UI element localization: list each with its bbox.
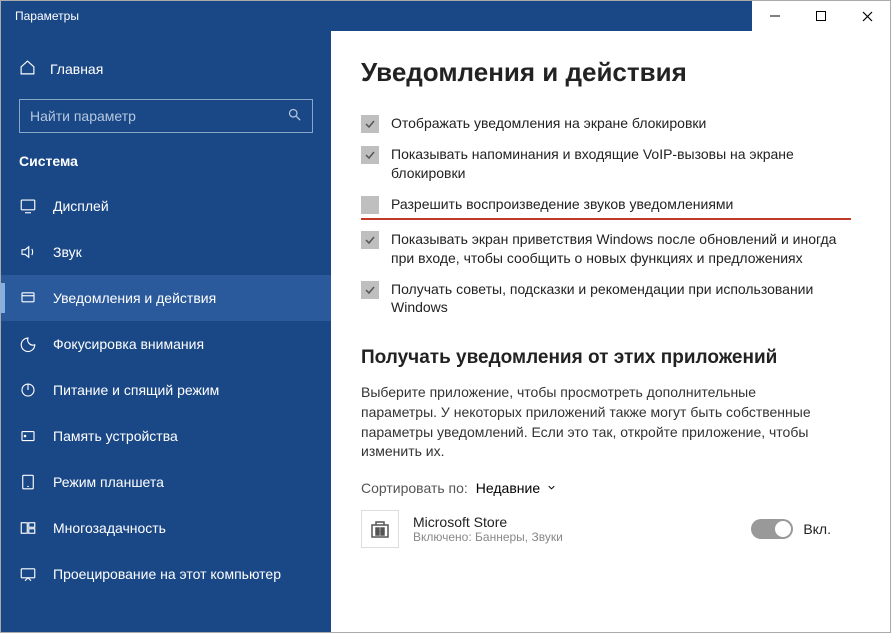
sort-label: Сортировать по: bbox=[361, 480, 468, 496]
check-voip-reminders[interactable]: Показывать напоминания и входящие VoIP-в… bbox=[361, 145, 841, 183]
sound-icon bbox=[19, 243, 37, 261]
check-label: Получать советы, подсказки и рекомендаци… bbox=[391, 280, 841, 318]
storage-icon bbox=[19, 427, 37, 445]
apps-section-title: Получать уведомления от этих приложений bbox=[361, 347, 860, 369]
minimize-button[interactable] bbox=[752, 1, 798, 31]
chevron-down-icon bbox=[546, 480, 557, 496]
maximize-button[interactable] bbox=[798, 1, 844, 31]
settings-window: Параметры Главная Най bbox=[0, 0, 891, 633]
multitask-icon bbox=[19, 519, 37, 537]
page-title: Уведомления и действия bbox=[361, 57, 860, 88]
sidebar-item-storage[interactable]: Память устройства bbox=[1, 413, 331, 459]
sidebar-home[interactable]: Главная bbox=[1, 51, 331, 87]
sidebar-item-power[interactable]: Питание и спящий режим bbox=[1, 367, 331, 413]
close-button[interactable] bbox=[844, 1, 890, 31]
check-label: Показывать экран приветствия Windows пос… bbox=[391, 230, 841, 268]
main-content: Уведомления и действия Отображать уведом… bbox=[331, 31, 890, 632]
sidebar-item-label: Звук bbox=[53, 244, 82, 260]
sidebar-item-tablet[interactable]: Режим планшета bbox=[1, 459, 331, 505]
checkbox-icon bbox=[361, 146, 379, 164]
sidebar-item-label: Фокусировка внимания bbox=[53, 336, 204, 352]
sort-dropdown[interactable]: Недавние bbox=[476, 480, 557, 496]
app-info: Microsoft Store Включено: Баннеры, Звуки bbox=[413, 514, 737, 544]
search-icon bbox=[287, 107, 302, 125]
checkbox-icon bbox=[361, 281, 379, 299]
sidebar-item-focus[interactable]: Фокусировка внимания bbox=[1, 321, 331, 367]
app-toggle[interactable] bbox=[751, 519, 793, 539]
sidebar-item-notifications[interactable]: Уведомления и действия bbox=[1, 275, 331, 321]
sidebar-item-label: Проецирование на этот компьютер bbox=[53, 566, 281, 582]
window-title: Параметры bbox=[15, 9, 79, 23]
sidebar-item-display[interactable]: Дисплей bbox=[1, 183, 331, 229]
sidebar-item-multitask[interactable]: Многозадачность bbox=[1, 505, 331, 551]
check-label: Отображать уведомления на экране блокиро… bbox=[391, 114, 706, 133]
sidebar-item-label: Уведомления и действия bbox=[53, 290, 216, 306]
check-notification-sound[interactable]: Разрешить воспроизведение звуков уведомл… bbox=[361, 195, 841, 218]
sidebar-item-sound[interactable]: Звук bbox=[1, 229, 331, 275]
sidebar-nav: Дисплей Звук Уведомления и действия bbox=[1, 183, 331, 597]
sidebar-item-projecting[interactable]: Проецирование на этот компьютер bbox=[1, 551, 331, 597]
display-icon bbox=[19, 197, 37, 215]
store-icon bbox=[361, 510, 399, 548]
sidebar-section-title: Система bbox=[1, 151, 331, 183]
sidebar-item-label: Режим планшета bbox=[53, 474, 164, 490]
projecting-icon bbox=[19, 565, 37, 583]
notifications-icon bbox=[19, 289, 37, 307]
sidebar-item-label: Память устройства bbox=[53, 428, 178, 444]
power-icon bbox=[19, 381, 37, 399]
sidebar: Главная Найти параметр Система Дисплей bbox=[1, 31, 331, 632]
home-icon bbox=[19, 59, 36, 79]
check-welcome-experience[interactable]: Показывать экран приветствия Windows пос… bbox=[361, 230, 841, 268]
app-meta: Включено: Баннеры, Звуки bbox=[413, 530, 737, 544]
apps-section-desc: Выберите приложение, чтобы просмотреть д… bbox=[361, 383, 831, 461]
check-tips[interactable]: Получать советы, подсказки и рекомендаци… bbox=[361, 280, 841, 318]
check-lockscreen-notifications[interactable]: Отображать уведомления на экране блокиро… bbox=[361, 114, 841, 133]
sort-row: Сортировать по: Недавние bbox=[361, 480, 860, 496]
sort-value: Недавние bbox=[476, 480, 540, 496]
sidebar-item-label: Питание и спящий режим bbox=[53, 382, 219, 398]
search-input[interactable]: Найти параметр bbox=[19, 99, 313, 133]
checkbox-icon bbox=[361, 115, 379, 133]
tablet-icon bbox=[19, 473, 37, 491]
app-toggle-wrap: Вкл. bbox=[751, 519, 831, 539]
check-label: Показывать напоминания и входящие VoIP-в… bbox=[391, 145, 841, 183]
search-placeholder: Найти параметр bbox=[30, 108, 136, 124]
sidebar-home-label: Главная bbox=[50, 61, 103, 77]
app-row-microsoft-store[interactable]: Microsoft Store Включено: Баннеры, Звуки… bbox=[361, 510, 831, 548]
app-toggle-label: Вкл. bbox=[803, 521, 831, 537]
sidebar-item-label: Многозадачность bbox=[53, 520, 166, 536]
titlebar: Параметры bbox=[1, 1, 890, 31]
window-controls bbox=[752, 1, 890, 31]
app-name: Microsoft Store bbox=[413, 514, 737, 530]
focus-icon bbox=[19, 335, 37, 353]
check-label: Разрешить воспроизведение звуков уведомл… bbox=[391, 195, 733, 214]
checkbox-icon bbox=[361, 196, 379, 214]
sidebar-item-label: Дисплей bbox=[53, 198, 109, 214]
checkbox-icon bbox=[361, 231, 379, 249]
